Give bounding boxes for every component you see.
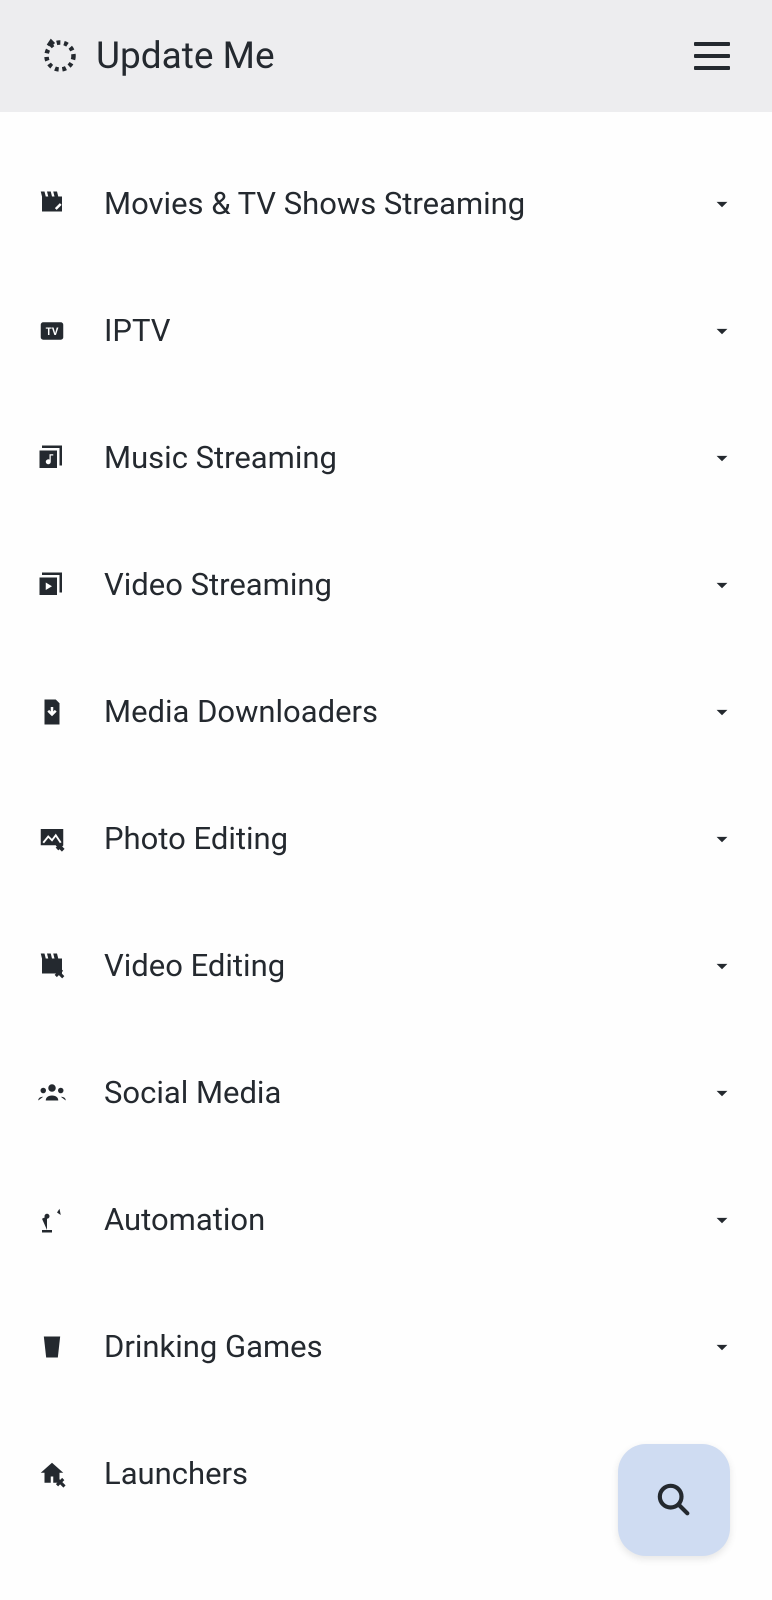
chevron-down-icon (708, 1079, 736, 1107)
category-media-downloaders[interactable]: Media Downloaders (36, 648, 736, 775)
category-list: Movies & TV Shows Streaming TV IPTV Musi… (0, 112, 772, 1537)
category-music-streaming[interactable]: Music Streaming (36, 394, 736, 521)
header-left: Update Me (42, 35, 275, 78)
hamburger-icon (694, 66, 730, 70)
category-drinking-games[interactable]: Drinking Games (36, 1283, 736, 1410)
chevron-down-icon (708, 317, 736, 345)
category-label: IPTV (104, 312, 672, 349)
category-automation[interactable]: Automation (36, 1156, 736, 1283)
video-library-icon (36, 569, 68, 601)
chevron-down-icon (708, 825, 736, 853)
category-label: Movies & TV Shows Streaming (104, 185, 672, 222)
cup-icon (36, 1331, 68, 1363)
category-label: Social Media (104, 1074, 672, 1111)
movie-clap-icon (36, 188, 68, 220)
chevron-down-icon (708, 444, 736, 472)
chevron-down-icon (708, 571, 736, 599)
chevron-down-icon (708, 190, 736, 218)
category-video-editing[interactable]: Video Editing (36, 902, 736, 1029)
photo-edit-icon (36, 823, 68, 855)
menu-button[interactable] (694, 42, 730, 70)
people-icon (36, 1077, 68, 1109)
chevron-down-icon (708, 1333, 736, 1361)
app-title: Update Me (96, 35, 275, 78)
category-movies-tv[interactable]: Movies & TV Shows Streaming (36, 140, 736, 267)
search-button[interactable] (618, 1444, 730, 1556)
chevron-down-icon (708, 1206, 736, 1234)
category-label: Photo Editing (104, 820, 672, 857)
file-download-icon (36, 696, 68, 728)
category-label: Video Streaming (104, 566, 672, 603)
category-video-streaming[interactable]: Video Streaming (36, 521, 736, 648)
category-label: Media Downloaders (104, 693, 672, 730)
category-label: Automation (104, 1201, 672, 1238)
video-edit-icon (36, 950, 68, 982)
tv-icon: TV (36, 315, 68, 347)
music-library-icon (36, 442, 68, 474)
chevron-down-icon (708, 698, 736, 726)
home-edit-icon (36, 1458, 68, 1490)
search-icon (654, 1480, 694, 1520)
category-label: Video Editing (104, 947, 672, 984)
app-logo-icon (42, 38, 78, 74)
category-label: Music Streaming (104, 439, 672, 476)
category-iptv[interactable]: TV IPTV (36, 267, 736, 394)
svg-text:TV: TV (46, 326, 59, 337)
category-label: Drinking Games (104, 1328, 672, 1365)
category-social-media[interactable]: Social Media (36, 1029, 736, 1156)
hamburger-icon (694, 42, 730, 46)
robot-arm-icon (36, 1204, 68, 1236)
app-header: Update Me (0, 0, 772, 112)
category-photo-editing[interactable]: Photo Editing (36, 775, 736, 902)
hamburger-icon (694, 54, 730, 58)
chevron-down-icon (708, 952, 736, 980)
